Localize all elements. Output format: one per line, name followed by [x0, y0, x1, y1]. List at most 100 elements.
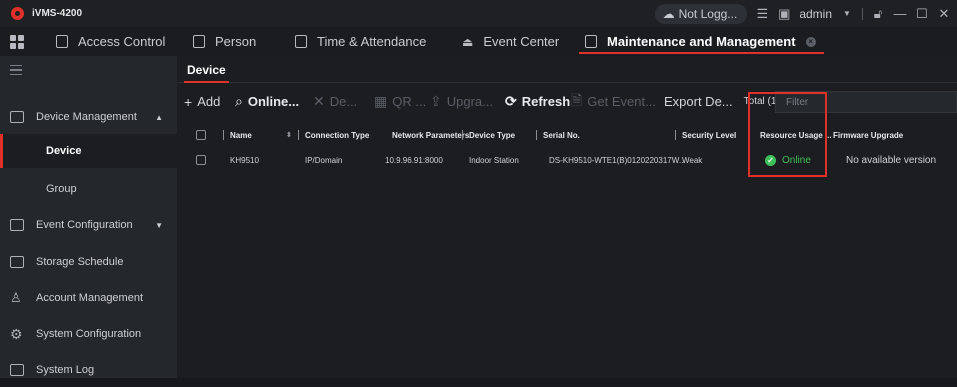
col-label: Connection Type: [305, 130, 370, 140]
delete-icon: ✕: [313, 93, 325, 109]
upload-icon: ⇪: [430, 93, 442, 109]
person-icon: [193, 35, 205, 48]
online-device-button[interactable]: ⌕ Online...: [235, 83, 299, 120]
sidebar-item-system-configuration[interactable]: ⚙ System Configuration: [0, 317, 177, 351]
col-label: Security Level: [682, 130, 737, 140]
log-icon: [10, 364, 24, 376]
sidebar-item-system-log[interactable]: System Log: [0, 353, 177, 387]
close-icon[interactable]: ✕: [937, 6, 951, 21]
lock-icon[interactable]: 🔓︎: [871, 6, 885, 21]
active-tab-underline: [579, 52, 824, 54]
main-panel: Device + Add ⌕ Online... ✕ De... ▦ QR ..…: [177, 56, 957, 378]
document-icon: 🗎︎: [571, 91, 583, 108]
module-nav-bar: Access Control Person Time & Attendance …: [0, 27, 957, 56]
qr-label: QR ...: [392, 94, 427, 109]
picture-icon[interactable]: ▣: [777, 6, 791, 21]
sidebar-item-label: Storage Schedule: [36, 256, 124, 268]
sidebar-item-label: Device Management: [36, 111, 137, 123]
tab-bar: Device: [177, 56, 957, 83]
tab-label: Device: [187, 62, 226, 77]
cloud-status-label: Not Logg...: [678, 6, 738, 21]
upgrade-button[interactable]: ⇪ Upgra...: [430, 83, 493, 120]
sidebar-item-label: Event Configuration: [36, 219, 133, 231]
col-network-parameters[interactable]: Network Parameters: [385, 124, 469, 146]
cell-serial: DS-KH9510-WTE1(B)0120220317W...: [549, 155, 686, 165]
close-tab-icon[interactable]: ×: [805, 36, 816, 47]
col-label: Serial No.: [543, 130, 580, 140]
chevron-down-icon[interactable]: ▼: [840, 7, 854, 21]
divider: [862, 7, 863, 20]
sidebar-item-device-management[interactable]: Device Management ▲: [0, 100, 177, 134]
col-security-level[interactable]: Security Level: [675, 124, 736, 146]
minimize-icon[interactable]: —: [893, 6, 907, 21]
get-event-label: Get Event...: [587, 94, 656, 109]
nav-label: Person: [215, 34, 257, 49]
refresh-label: Refresh: [521, 94, 571, 109]
col-label: Device Type: [469, 130, 516, 140]
sidebar-item-storage-schedule[interactable]: Storage Schedule: [0, 245, 177, 279]
user-name[interactable]: admin: [799, 7, 832, 21]
sidebar-collapse-button[interactable]: [0, 56, 177, 84]
event-configuration-icon: [10, 219, 24, 231]
nav-access-control[interactable]: Access Control: [56, 27, 165, 56]
get-event-button[interactable]: 🗎︎ Get Event...: [571, 83, 656, 120]
col-label: Firmware Upgrade: [833, 130, 904, 140]
toolbar: + Add ⌕ Online... ✕ De... ▦ QR ... ⇪ Upg…: [177, 83, 957, 120]
cell-name: KH9510: [230, 155, 259, 165]
gear-icon: ⚙: [10, 325, 23, 342]
device-management-icon: [10, 111, 24, 123]
col-name[interactable]: Name: [223, 124, 252, 146]
refresh-button[interactable]: ⟳ Refresh: [505, 83, 570, 120]
sidebar-item-event-configuration[interactable]: Event Configuration ▼: [0, 208, 177, 242]
sidebar-item-device[interactable]: Device: [0, 134, 177, 168]
online-label: Online...: [247, 94, 300, 109]
cell-device-type: Indoor Station: [469, 155, 519, 165]
nav-maintenance-management[interactable]: Maintenance and Management ×: [579, 27, 824, 56]
alarm-icon: ⏏: [462, 34, 474, 49]
sidebar: Device Management ▲ Device Group Event C…: [0, 56, 177, 378]
nav-person[interactable]: Person: [193, 27, 256, 56]
col-firmware-upgrade[interactable]: Firmware Upgrade: [826, 124, 903, 146]
nav-event-center[interactable]: ⏏ Event Center: [462, 27, 559, 56]
tab-device[interactable]: Device: [184, 56, 229, 83]
qr-code-button[interactable]: ▦ QR ...: [374, 83, 426, 120]
app-logo-icon: [11, 7, 24, 20]
sidebar-item-label: Group: [46, 183, 77, 195]
search-icon: ⌕: [235, 93, 243, 109]
maximize-icon[interactable]: ☐: [915, 6, 929, 21]
cloud-login-button[interactable]: ☁ Not Logg...: [654, 3, 748, 24]
nav-label: Maintenance and Management: [607, 34, 796, 49]
nav-label: Access Control: [78, 34, 166, 49]
sidebar-item-account-management[interactable]: ♙ Account Management: [0, 281, 177, 315]
calendar-icon: [295, 35, 307, 48]
col-device-type[interactable]: Device Type: [462, 124, 515, 146]
user-icon: ♙: [10, 290, 22, 305]
module-grid-button[interactable]: [10, 27, 24, 56]
title-bar-controls: ☁ Not Logg... ☰ ▣ admin ▼ 🔓︎ — ☐ ✕: [654, 0, 951, 27]
delete-button[interactable]: ✕ De...: [313, 83, 357, 120]
nav-time-attendance[interactable]: Time & Attendance: [295, 27, 426, 56]
add-button[interactable]: + Add: [184, 83, 220, 120]
sidebar-item-group[interactable]: Group: [0, 172, 177, 206]
select-all-checkbox[interactable]: [196, 124, 206, 146]
sidebar-item-label: System Configuration: [36, 328, 142, 340]
sort-icon[interactable]: ⬍: [286, 124, 292, 146]
row-checkbox[interactable]: [196, 150, 206, 170]
list-icon[interactable]: ☰: [755, 6, 769, 21]
chevron-up-icon: ▲: [155, 112, 163, 122]
col-label: Name: [230, 130, 252, 140]
cloud-icon: ☁: [662, 6, 675, 21]
refresh-icon: ⟳: [505, 93, 517, 109]
plus-icon: +: [184, 93, 193, 110]
add-label: Add: [197, 94, 221, 109]
cell-connection-type: IP/Domain: [305, 155, 343, 165]
sidebar-item-label: Account Management: [36, 292, 144, 304]
app-name: iVMS-4200: [32, 8, 83, 19]
highlight-box: [748, 92, 827, 177]
col-connection-type[interactable]: Connection Type: [298, 124, 369, 146]
table-header: Name ⬍ Connection Type Network Parameter…: [177, 124, 957, 146]
nav-label: Event Center: [483, 34, 560, 49]
table-row[interactable]: KH9510 IP/Domain 10.9.96.91:8000 Indoor …: [177, 150, 957, 170]
title-bar: iVMS-4200 ☁ Not Logg... ☰ ▣ admin ▼ 🔓︎ —…: [0, 0, 957, 27]
col-serial-no[interactable]: Serial No.: [536, 124, 580, 146]
